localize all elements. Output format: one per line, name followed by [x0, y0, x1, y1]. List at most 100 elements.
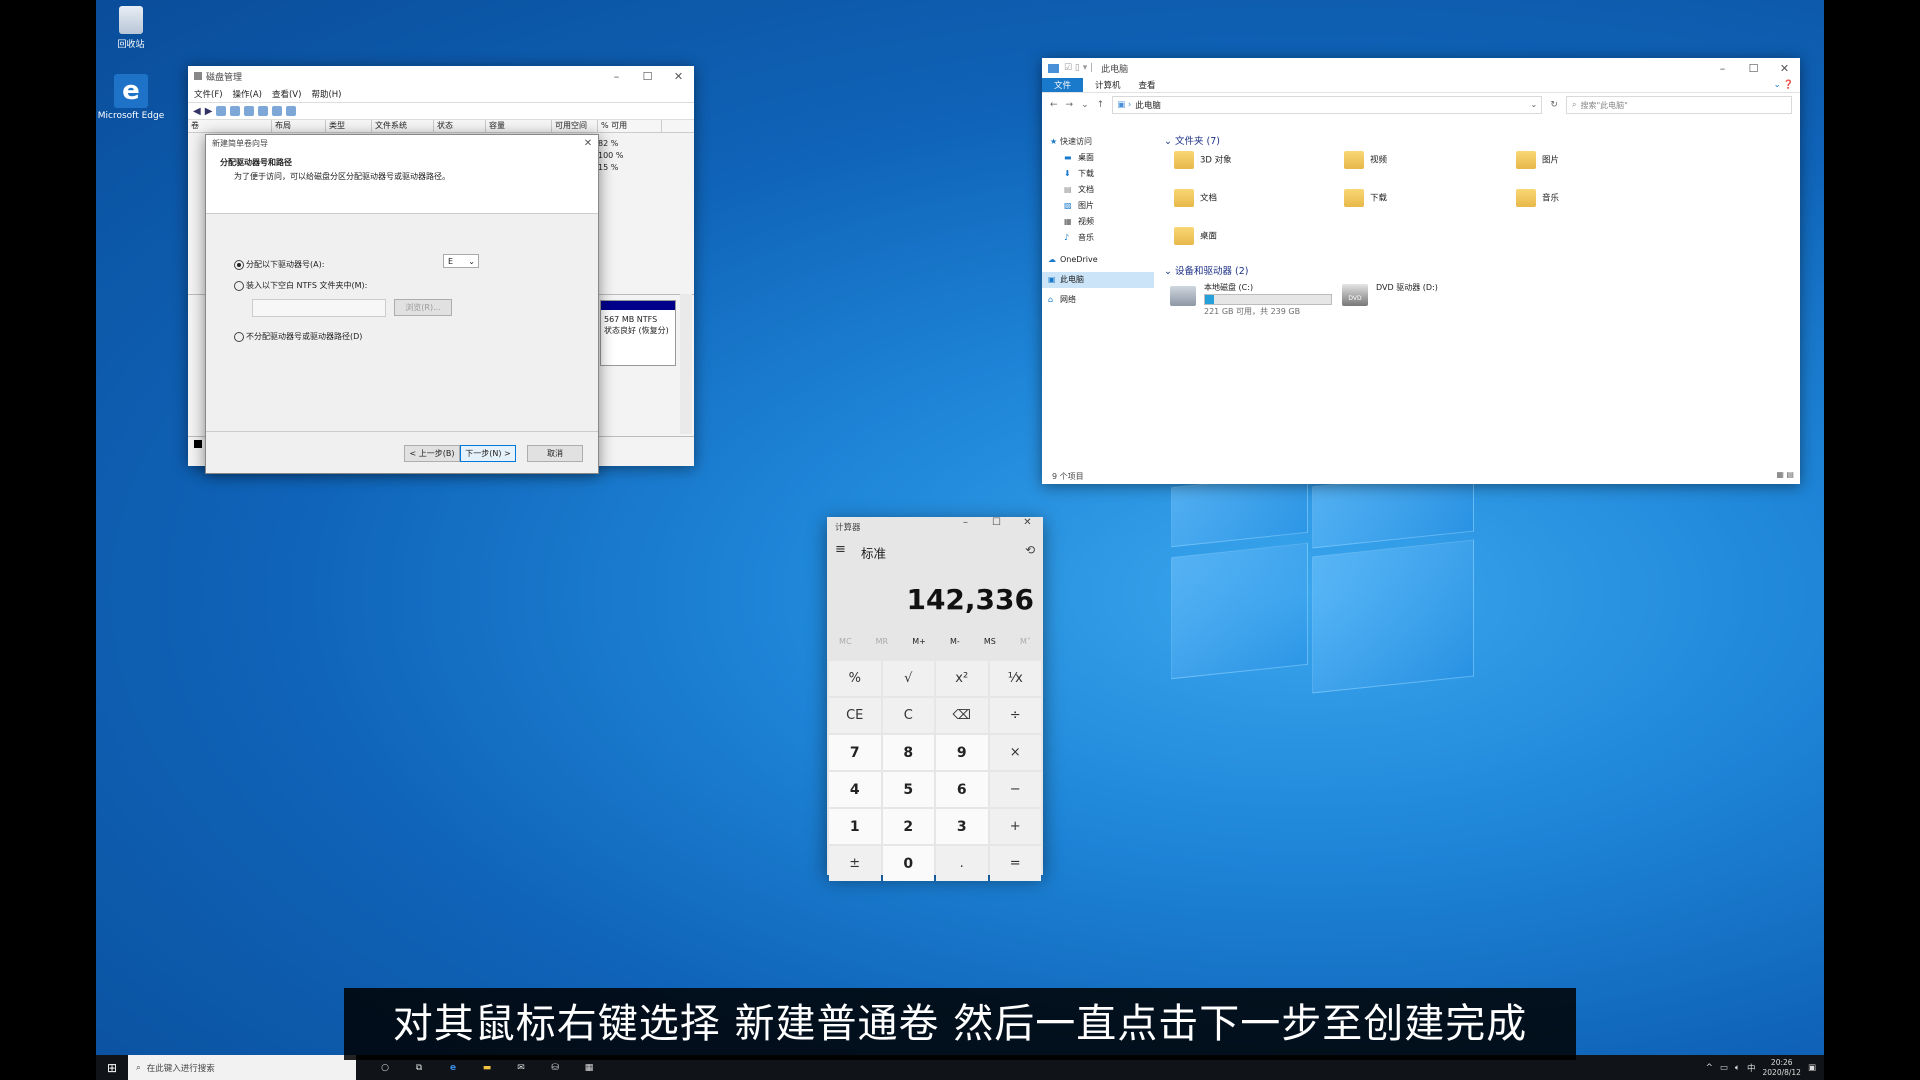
- edge-icon[interactable]: e: [436, 1063, 470, 1073]
- column-header[interactable]: 文件系统: [372, 120, 434, 132]
- calculator-icon[interactable]: ▦: [572, 1063, 606, 1073]
- close-button[interactable]: ✕: [663, 70, 694, 83]
- volume-icon[interactable]: 🔈︎: [1735, 1063, 1740, 1073]
- notification-icon[interactable]: ▣: [1808, 1063, 1816, 1073]
- quick-access-toolbar[interactable]: ☑ ▯ ▾ |: [1064, 63, 1093, 73]
- folder-videos[interactable]: 视频: [1344, 151, 1387, 169]
- minus-button[interactable]: −: [989, 772, 1041, 807]
- chevron-up-icon[interactable]: ^: [1706, 1063, 1713, 1073]
- cortana-icon[interactable]: ○: [368, 1063, 402, 1073]
- memory-store-button[interactable]: MS: [984, 637, 996, 646]
- folder-desktop[interactable]: 桌面: [1174, 227, 1217, 245]
- close-button[interactable]: ✕: [1012, 517, 1043, 528]
- list-icon[interactable]: [244, 106, 255, 116]
- back-arrow-icon[interactable]: ◀: [193, 106, 201, 117]
- nav-item-downloads[interactable]: ⬇ 下载: [1042, 166, 1154, 182]
- view-icon[interactable]: [286, 106, 297, 116]
- tab-view[interactable]: 查看: [1133, 79, 1162, 91]
- folder-path-input[interactable]: [252, 299, 386, 317]
- sqrt-button[interactable]: √: [882, 661, 934, 696]
- up-arrow-icon[interactable]: ↑: [1097, 100, 1105, 110]
- column-header[interactable]: 容量: [486, 120, 552, 132]
- minimize-button[interactable]: –: [601, 70, 632, 83]
- desktop-icon-recycle-bin[interactable]: 回收站: [96, 6, 166, 50]
- drive-letter-select[interactable]: E ⌄: [443, 254, 479, 268]
- network-icon[interactable]: ▭: [1720, 1063, 1728, 1073]
- decimal-button[interactable]: .: [936, 846, 988, 881]
- taskbar-search[interactable]: ⌕ 在此键入进行搜索: [128, 1055, 356, 1080]
- digit-8-button[interactable]: 8: [882, 735, 934, 770]
- nav-item-network[interactable]: ⌂ 网络: [1042, 292, 1154, 308]
- partition-block[interactable]: 567 MB NTFS 状态良好 (恢复分): [600, 300, 676, 366]
- address-bar[interactable]: ▣ › 此电脑 ⌄: [1112, 96, 1543, 114]
- file-explorer-icon[interactable]: ▬: [470, 1063, 504, 1073]
- digit-3-button[interactable]: 3: [936, 809, 988, 844]
- maximize-button[interactable]: ☐: [632, 70, 663, 83]
- clock[interactable]: 20:26 2020/8/12: [1763, 1058, 1801, 1078]
- browse-button[interactable]: 浏览(R)...: [394, 299, 452, 316]
- backspace-button[interactable]: ⌫: [936, 698, 988, 733]
- multiply-button[interactable]: ×: [989, 735, 1041, 770]
- memory-list-button[interactable]: M˅: [1020, 637, 1031, 646]
- folder-3d-objects[interactable]: 3D 对象: [1174, 151, 1232, 169]
- folders-group-header[interactable]: ⌄ 文件夹 (7): [1164, 133, 1220, 147]
- tab-computer[interactable]: 计算机: [1083, 79, 1133, 91]
- nav-item-videos[interactable]: ▦ 视频: [1042, 214, 1154, 230]
- next-button[interactable]: 下一步(N) >: [460, 445, 516, 462]
- digit-2-button[interactable]: 2: [882, 809, 934, 844]
- menu-file[interactable]: 文件(F): [194, 88, 223, 100]
- digit-7-button[interactable]: 7: [829, 735, 881, 770]
- negate-button[interactable]: ±: [829, 846, 881, 881]
- mail-icon[interactable]: ✉: [504, 1063, 538, 1073]
- tab-file[interactable]: 文件: [1042, 78, 1084, 92]
- chevron-down-icon[interactable]: ⌄: [1530, 100, 1537, 110]
- folder-music[interactable]: 音乐: [1516, 189, 1559, 207]
- drive-d[interactable]: DVD DVD 驱动器 (D:): [1342, 282, 1492, 312]
- column-header[interactable]: 类型: [326, 120, 372, 132]
- menu-help[interactable]: 帮助(H): [311, 88, 341, 100]
- forward-arrow-icon[interactable]: →: [1066, 100, 1074, 110]
- windows-start-icon[interactable]: ⊞: [96, 1061, 128, 1075]
- drive-c[interactable]: 本地磁盘 (C:) 221 GB 可用，共 239 GB: [1170, 282, 1340, 318]
- maximize-button[interactable]: ☐: [981, 517, 1012, 528]
- disk-management-icon[interactable]: ⛁: [538, 1063, 572, 1073]
- digit-0-button[interactable]: 0: [882, 846, 934, 881]
- nav-item-desktop[interactable]: ▬ 桌面: [1042, 150, 1154, 166]
- divide-button[interactable]: ÷: [989, 698, 1041, 733]
- option-no-letter[interactable]: 不分配驱动器号或驱动器路径(D): [234, 331, 362, 342]
- maximize-button[interactable]: ☐: [1738, 62, 1769, 75]
- radio-checked[interactable]: [234, 259, 244, 270]
- history-icon[interactable]: ⟲: [1025, 543, 1035, 557]
- desktop-icon-edge[interactable]: e Microsoft Edge: [96, 74, 166, 121]
- scrollbar[interactable]: [680, 294, 692, 434]
- search-input[interactable]: ⌕ 搜索"此电脑": [1565, 96, 1792, 114]
- memory-add-button[interactable]: M+: [912, 637, 926, 646]
- digit-4-button[interactable]: 4: [829, 772, 881, 807]
- column-header[interactable]: 状态: [434, 120, 486, 132]
- hamburger-menu-icon[interactable]: ≡: [835, 542, 846, 557]
- nav-item-pictures[interactable]: ▨ 图片: [1042, 198, 1154, 214]
- help-icon[interactable]: ⌄ ❓: [1774, 80, 1794, 90]
- digit-9-button[interactable]: 9: [936, 735, 988, 770]
- radio-unchecked[interactable]: [234, 280, 244, 291]
- refresh-icon[interactable]: ↻: [1550, 100, 1558, 110]
- back-arrow-icon[interactable]: ←: [1050, 100, 1058, 110]
- column-header[interactable]: 布局: [272, 120, 326, 132]
- minimize-button[interactable]: –: [1707, 62, 1738, 75]
- console-icon[interactable]: [216, 106, 227, 116]
- minimize-button[interactable]: –: [950, 517, 981, 528]
- nav-item-music[interactable]: ♪ 音乐: [1042, 230, 1154, 246]
- folder-pictures[interactable]: 图片: [1516, 151, 1559, 169]
- percent-button[interactable]: %: [829, 661, 881, 696]
- forward-arrow-icon[interactable]: ▶: [205, 106, 213, 117]
- task-view-icon[interactable]: ⧉: [402, 1063, 436, 1073]
- memory-clear-button[interactable]: MC: [839, 637, 852, 646]
- cancel-button[interactable]: 取消: [527, 445, 583, 462]
- devices-group-header[interactable]: ⌄ 设备和驱动器 (2): [1164, 263, 1248, 277]
- nav-item-quick-access[interactable]: ★ 快速访问: [1042, 134, 1154, 150]
- nav-item-this-pc[interactable]: ▣ 此电脑: [1042, 272, 1154, 288]
- column-header[interactable]: 可用空间: [552, 120, 598, 132]
- nav-item-onedrive[interactable]: ☁ OneDrive: [1042, 252, 1154, 268]
- properties-icon[interactable]: [272, 106, 283, 116]
- reciprocal-button[interactable]: ¹⁄x: [989, 661, 1041, 696]
